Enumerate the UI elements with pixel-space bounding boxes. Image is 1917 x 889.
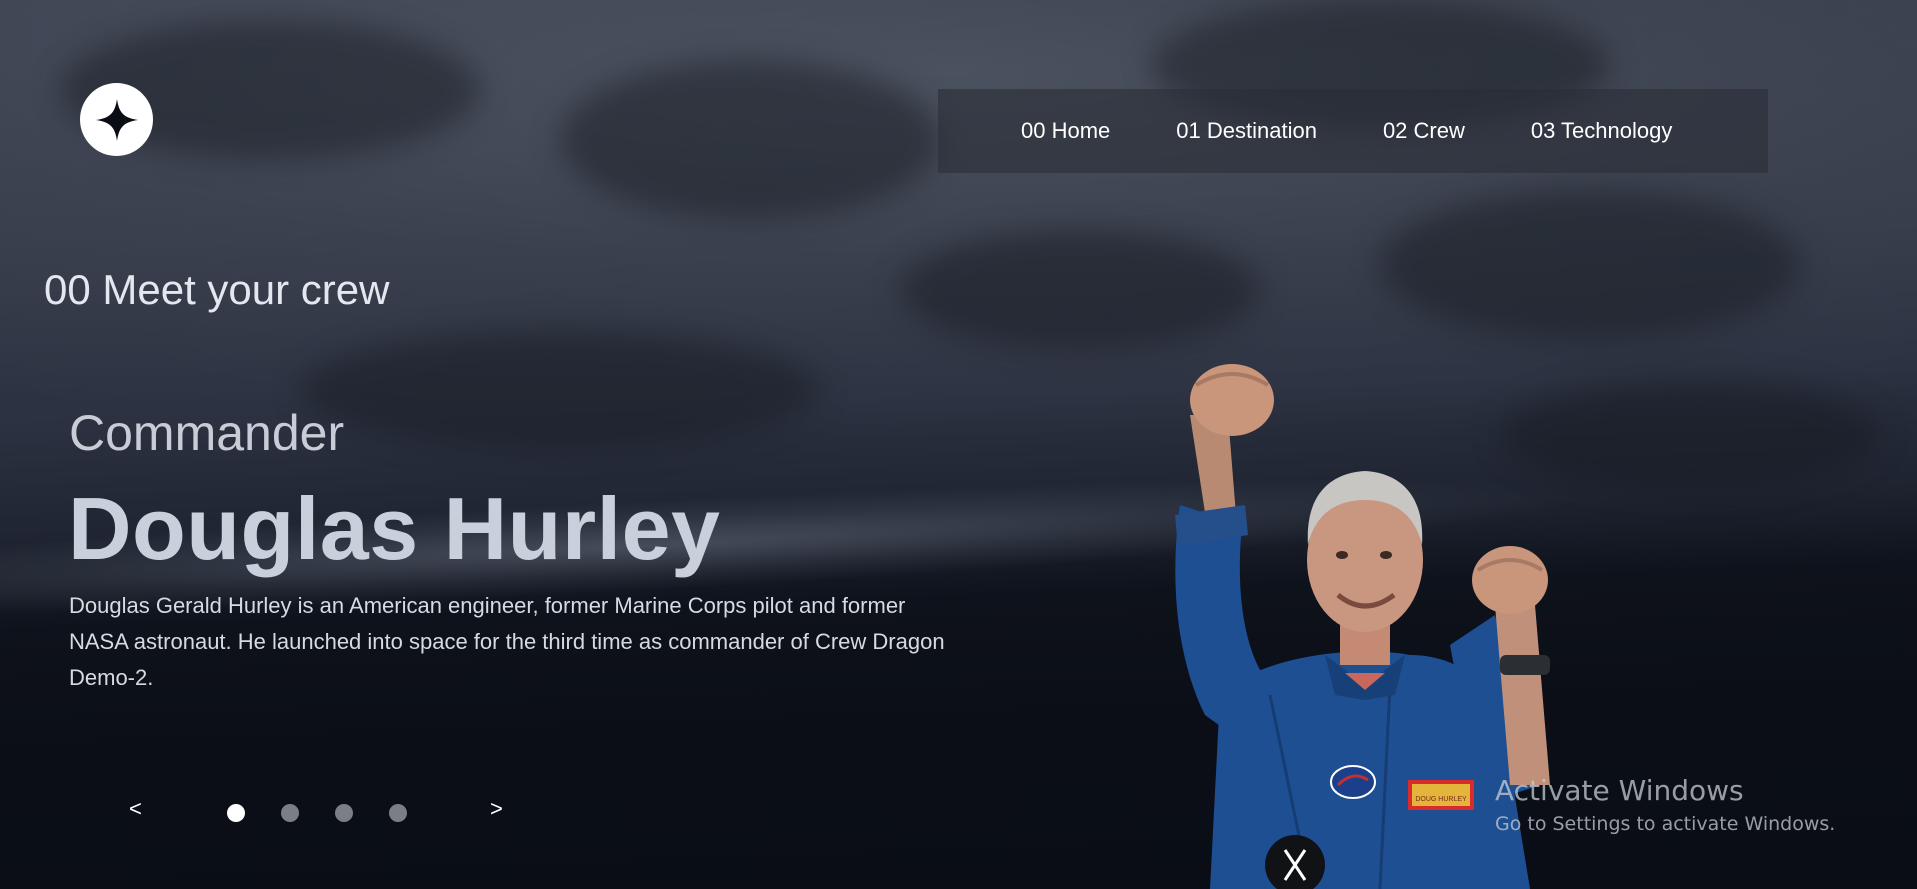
crew-role: Commander bbox=[69, 405, 345, 461]
name-tag-text: DOUG HURLEY bbox=[1415, 796, 1467, 803]
nav-item-crew[interactable]: 02 Crew bbox=[1383, 118, 1465, 144]
nav-item-technology[interactable]: 03 Technology bbox=[1531, 118, 1673, 144]
main-nav: 00 Home 01 Destination 02 Crew 03 Techno… bbox=[938, 89, 1768, 173]
carousel-dot-1[interactable] bbox=[227, 804, 245, 822]
watermark-subtitle: Go to Settings to activate Windows. bbox=[1495, 813, 1836, 835]
carousel-dot-2[interactable] bbox=[281, 804, 299, 822]
watermark-title: Activate Windows bbox=[1495, 774, 1744, 807]
logo[interactable] bbox=[80, 83, 153, 156]
carousel-dot-3[interactable] bbox=[335, 804, 353, 822]
carousel-next-button[interactable]: > bbox=[490, 796, 503, 822]
nav-item-home[interactable]: 00 Home bbox=[1021, 118, 1110, 144]
four-point-star-icon bbox=[95, 98, 138, 141]
carousel-dot-4[interactable] bbox=[389, 804, 407, 822]
crew-bio: Douglas Gerald Hurley is an American eng… bbox=[69, 593, 945, 690]
crew-name: Douglas Hurley bbox=[68, 479, 721, 578]
nav-item-destination[interactable]: 01 Destination bbox=[1176, 118, 1317, 144]
activate-windows-watermark: Activate Windows Go to Settings to activ… bbox=[1495, 774, 1835, 835]
carousel-prev-button[interactable]: < bbox=[129, 796, 142, 822]
page-title: 00 Meet your crew bbox=[44, 266, 390, 313]
